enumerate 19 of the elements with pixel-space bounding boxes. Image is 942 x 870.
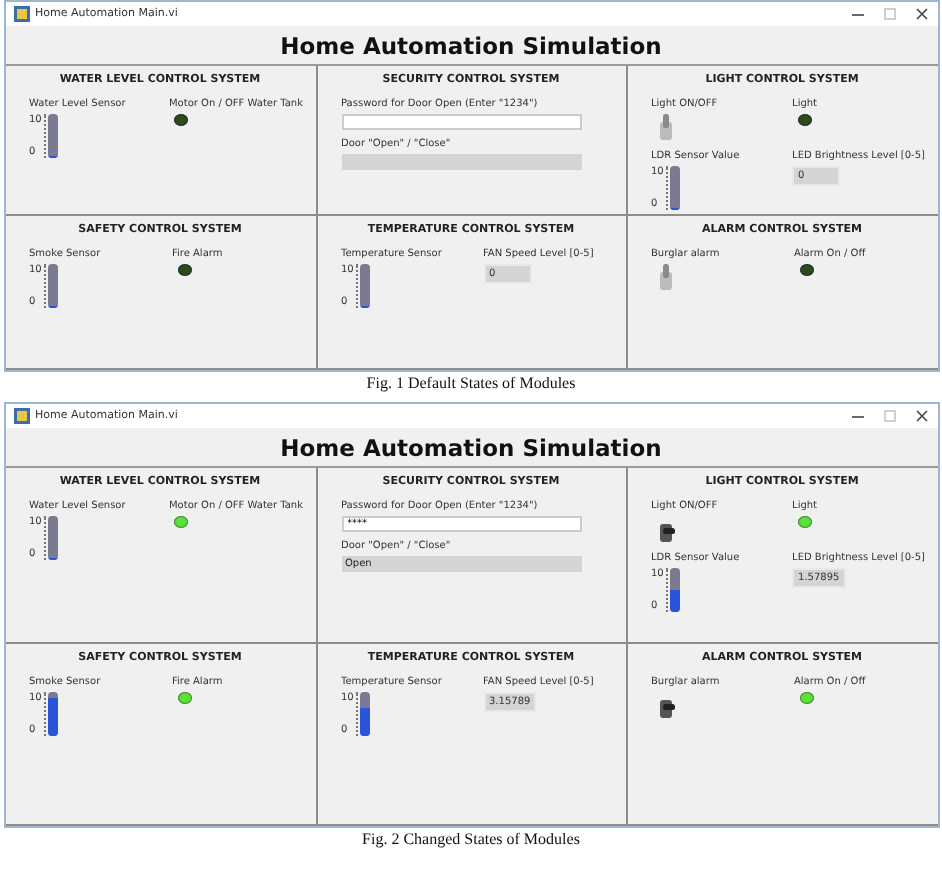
app-icon	[13, 6, 29, 22]
tank-indicator	[669, 568, 680, 612]
toggle-switch[interactable]	[657, 114, 675, 142]
figure-caption: Fig. 1 Default States of Modules	[366, 374, 576, 392]
password-field[interactable]	[341, 114, 581, 130]
tank-indicator	[47, 692, 58, 736]
tank-indicator	[47, 114, 58, 158]
tank-indicator	[359, 264, 370, 308]
tank-indicator	[47, 516, 58, 560]
close-icon[interactable]	[913, 6, 929, 22]
tank-indicator	[359, 692, 370, 736]
tank-indicator	[669, 166, 680, 210]
panel-heading: Home Automation Simulation	[5, 428, 937, 468]
app-icon	[13, 408, 29, 424]
panel-heading: Home Automation Simulation	[5, 26, 937, 66]
toggle-switch[interactable]	[657, 264, 675, 292]
tank-indicator	[47, 264, 58, 308]
close-icon[interactable]	[913, 408, 929, 424]
figure-caption: Fig. 2 Changed States of Modules	[362, 830, 580, 848]
